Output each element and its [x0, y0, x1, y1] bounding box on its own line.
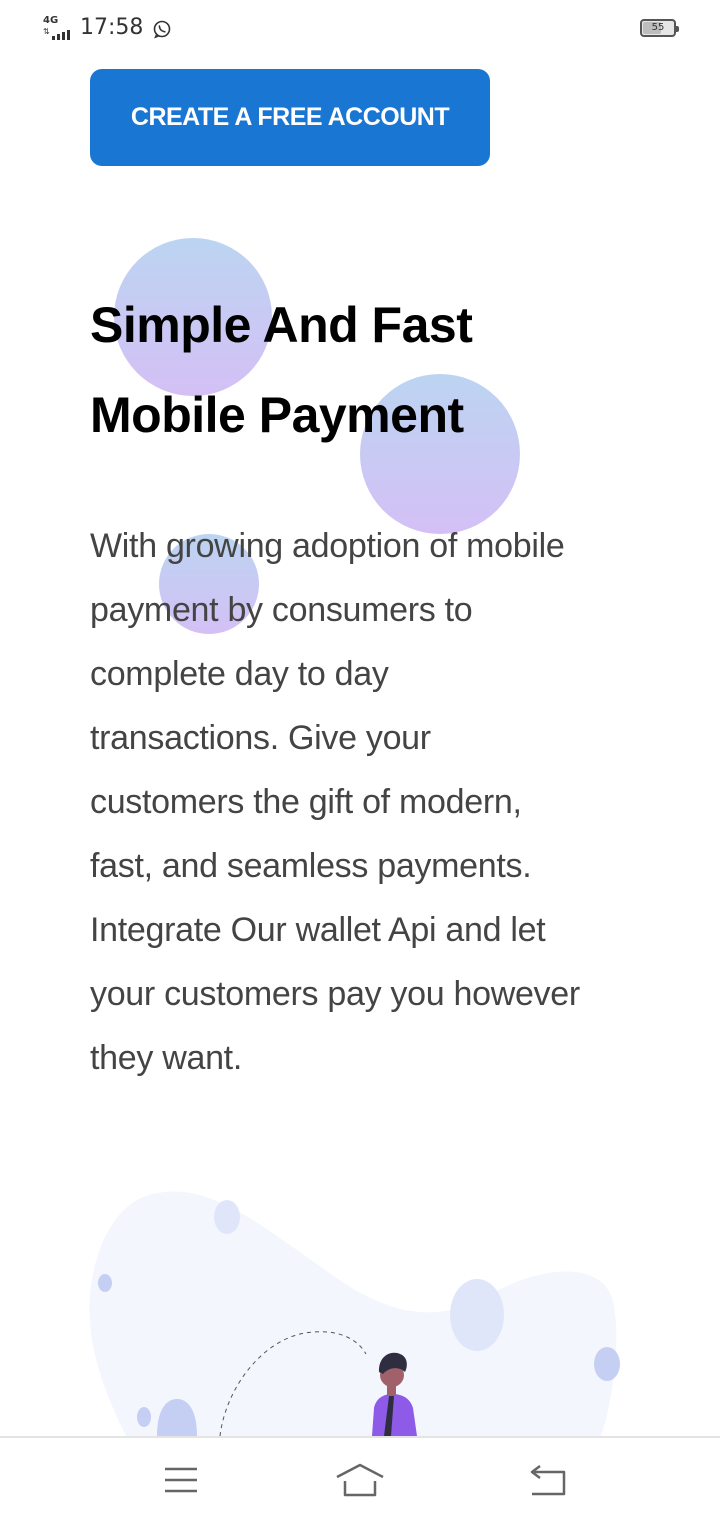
description-line: Integrate Our wallet Api and let [90, 911, 546, 949]
description-line: customers the gift of modern, [90, 783, 522, 821]
menu-icon[interactable] [151, 1456, 211, 1504]
status-bar: 4G ⇅ 17:58 55 [0, 0, 720, 56]
back-icon[interactable] [518, 1456, 578, 1504]
battery-icon: 55 [640, 19, 679, 37]
description-line: payment by consumers to [90, 591, 473, 629]
description-line: With growing adoption of mobile [90, 527, 565, 565]
description-line: fast, and seamless payments. [90, 847, 532, 885]
navigation-bar [0, 1436, 720, 1520]
hero-title-line: Mobile Payment [90, 387, 464, 443]
home-icon[interactable] [330, 1456, 390, 1504]
network-type: 4G [43, 15, 59, 26]
description-line: your customers pay you however [90, 975, 580, 1013]
hero-title: Simple And Fast Mobile Payment [90, 280, 650, 460]
payment-illustration [86, 1186, 626, 1437]
create-account-button[interactable]: CREATE A FREE ACCOUNT [90, 69, 490, 166]
description-line: complete day to day [90, 655, 389, 693]
hero-description: With growing adoption of mobile payment … [90, 514, 650, 1090]
hero-title-line: Simple And Fast [90, 297, 473, 353]
description-line: they want. [90, 1039, 242, 1077]
description-line: transactions. Give your [90, 719, 431, 757]
status-time: 17:58 [80, 15, 144, 40]
whatsapp-icon [152, 19, 172, 39]
signal-icon: 4G ⇅ [42, 16, 74, 40]
battery-level: 55 [651, 22, 665, 33]
